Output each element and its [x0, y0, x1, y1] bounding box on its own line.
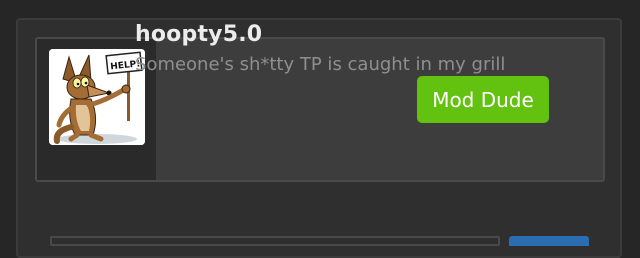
username[interactable]: hoopty5.0	[135, 22, 262, 47]
avatar[interactable]: HELP!	[49, 49, 145, 145]
bottom-action-button[interactable]	[509, 236, 589, 246]
coyote-avatar-icon: HELP!	[49, 49, 145, 145]
role-badge: Mod Dude	[417, 76, 549, 123]
user-tagline: Someone's sh*tty TP is caught in my gril…	[135, 54, 506, 75]
bottom-input-field[interactable]	[50, 236, 500, 246]
